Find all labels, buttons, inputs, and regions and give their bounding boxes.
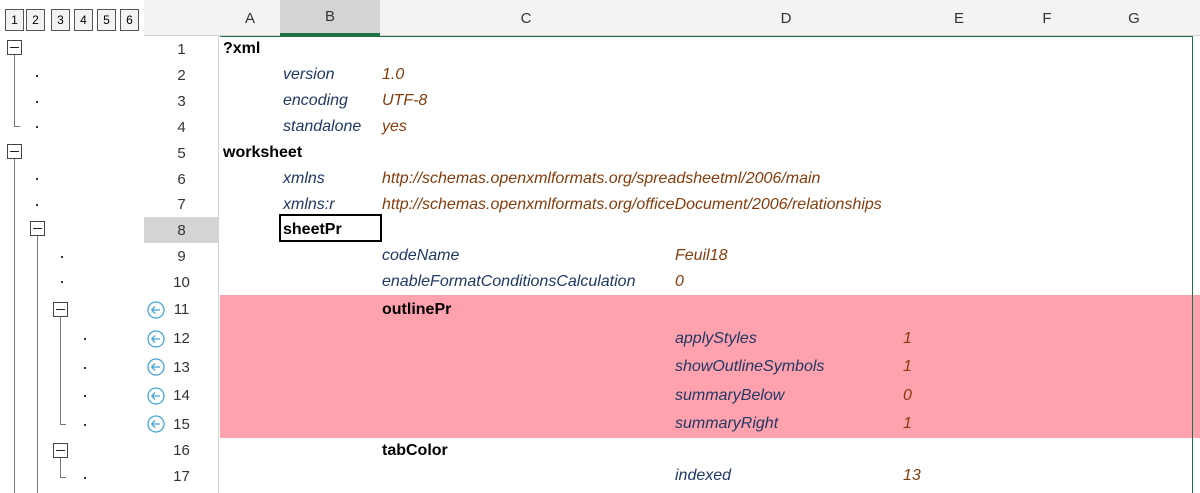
- cell-b4[interactable]: standalone: [283, 114, 361, 140]
- collapse-group-row-8-icon[interactable]: [30, 221, 45, 236]
- outline-detail-dot: [84, 395, 86, 397]
- outline-tree-line: [14, 159, 15, 493]
- row-header-6[interactable]: 6: [144, 166, 219, 192]
- outline-tree-line: [14, 126, 20, 127]
- cell-d10[interactable]: 0: [675, 269, 684, 295]
- cell-c4[interactable]: yes: [382, 114, 407, 140]
- column-header-a[interactable]: A: [220, 0, 280, 36]
- outline-detail-dot: [84, 367, 86, 369]
- arrow-left-circle-icon[interactable]: [147, 415, 165, 433]
- outline-level-2-button[interactable]: 2: [26, 9, 45, 31]
- cell-d15[interactable]: summaryRight: [675, 410, 778, 438]
- row-header-5[interactable]: 5: [144, 140, 219, 166]
- collapse-group-row-16-icon[interactable]: [53, 443, 68, 458]
- outline-detail-dot: [61, 256, 63, 258]
- cell-b3[interactable]: encoding: [283, 88, 348, 114]
- column-header-f[interactable]: F: [1018, 0, 1076, 36]
- arrow-left-circle-icon[interactable]: [147, 329, 165, 348]
- cell-c2[interactable]: 1.0: [382, 62, 404, 88]
- row-header-10[interactable]: 10: [144, 269, 219, 295]
- cell-c11[interactable]: outlinePr: [382, 295, 451, 324]
- outline-tree-line: [60, 477, 66, 478]
- outline-level-4-button[interactable]: 4: [74, 9, 93, 31]
- cell-e17[interactable]: 13: [903, 463, 921, 489]
- row-header-17[interactable]: 17: [144, 463, 219, 489]
- outline-level-1-button[interactable]: 1: [5, 9, 24, 31]
- row-header-7[interactable]: 7: [144, 192, 219, 217]
- row-header-3[interactable]: 3: [144, 88, 219, 114]
- row-header-8[interactable]: 8: [144, 217, 219, 243]
- outline-detail-dot: [36, 204, 38, 206]
- column-header-d[interactable]: D: [672, 0, 900, 36]
- cell-b2[interactable]: version: [283, 62, 335, 88]
- column-header-b[interactable]: B: [280, 0, 380, 36]
- outline-detail-dot: [36, 75, 38, 77]
- row-header-1[interactable]: 1: [144, 36, 219, 62]
- cell-c10[interactable]: enableFormatConditionsCalculation: [382, 269, 635, 295]
- arrow-left-circle-icon[interactable]: [147, 300, 165, 319]
- outline-tree-line: [60, 424, 66, 425]
- cell-e14[interactable]: 0: [903, 381, 912, 410]
- outline-detail-dot: [36, 126, 38, 128]
- cell-a5[interactable]: worksheet: [223, 140, 302, 166]
- collapse-group-row-5-icon[interactable]: [7, 144, 22, 159]
- arrow-left-circle-icon[interactable]: [147, 386, 165, 405]
- row-header-16[interactable]: 16: [144, 438, 219, 463]
- outline-level-3-button[interactable]: 3: [51, 9, 70, 31]
- outline-detail-dot: [36, 101, 38, 103]
- outline-detail-dot: [84, 477, 86, 479]
- column-header-c[interactable]: C: [380, 0, 672, 36]
- cell-c6[interactable]: http://schemas.openxmlformats.org/spread…: [382, 166, 820, 192]
- outline-panel: [0, 36, 144, 493]
- row-header-4[interactable]: 4: [144, 114, 219, 140]
- cell-e12[interactable]: 1: [903, 324, 912, 353]
- outline-tree-line: [60, 458, 61, 477]
- cell-e13[interactable]: 1: [903, 353, 912, 381]
- outline-tree-line: [60, 317, 61, 424]
- active-cell-cursor[interactable]: [279, 214, 382, 242]
- arrow-left-circle-icon[interactable]: [147, 358, 165, 376]
- cell-c9[interactable]: codeName: [382, 243, 459, 269]
- cell-d9[interactable]: Feuil18: [675, 243, 727, 269]
- collapse-group-row-1-icon[interactable]: [7, 40, 22, 55]
- collapse-group-row-11-icon[interactable]: [53, 302, 68, 317]
- row-header-9[interactable]: 9: [144, 243, 219, 269]
- outline-detail-dot: [36, 178, 38, 180]
- cell-d12[interactable]: applyStyles: [675, 324, 757, 353]
- grid-right-border: [1192, 36, 1193, 493]
- column-header-g[interactable]: G: [1076, 0, 1192, 36]
- cell-c7[interactable]: http://schemas.openxmlformats.org/office…: [382, 192, 882, 217]
- cell-d13[interactable]: showOutlineSymbols: [675, 353, 824, 381]
- cell-c3[interactable]: UTF-8: [382, 88, 427, 114]
- cell-d14[interactable]: summaryBelow: [675, 381, 784, 410]
- grid-top-border: [220, 36, 1193, 37]
- outline-tree-line: [14, 55, 15, 126]
- cell-b6[interactable]: xmlns: [283, 166, 325, 192]
- outline-detail-dot: [61, 281, 63, 283]
- outline-level-5-button[interactable]: 5: [97, 9, 116, 31]
- outline-level-6-button[interactable]: 6: [120, 9, 139, 31]
- outline-detail-dot: [84, 338, 86, 340]
- row-header-2[interactable]: 2: [144, 62, 219, 88]
- outline-tree-line: [37, 236, 38, 493]
- column-header-e[interactable]: E: [900, 0, 1018, 36]
- cell-c16[interactable]: tabColor: [382, 438, 448, 463]
- cell-a1[interactable]: ?xml: [223, 36, 260, 62]
- cell-e15[interactable]: 1: [903, 410, 912, 438]
- cell-d17[interactable]: indexed: [675, 463, 731, 489]
- outline-detail-dot: [84, 424, 86, 426]
- highlighted-row-band: [220, 295, 1200, 324]
